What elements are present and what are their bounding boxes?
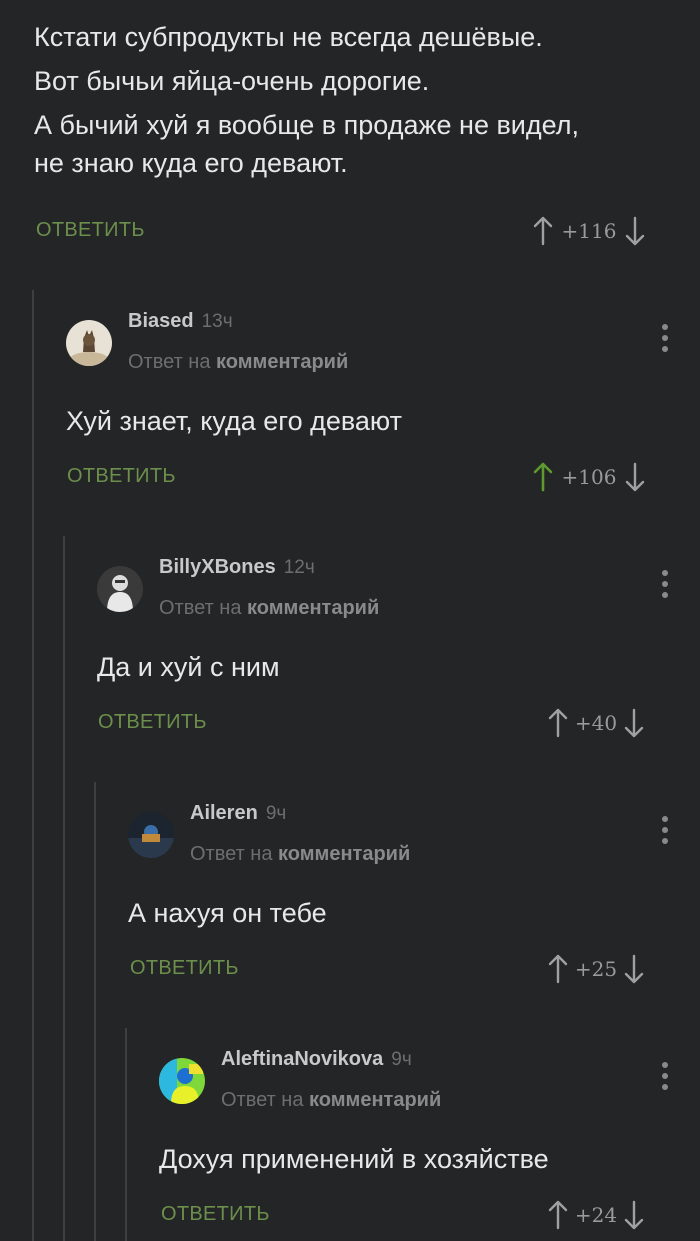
reply-to: Ответ на комментарий bbox=[190, 843, 410, 866]
reply-to-link[interactable]: комментарий bbox=[309, 1089, 441, 1111]
avatar[interactable] bbox=[97, 566, 143, 612]
score: +40 bbox=[574, 711, 618, 735]
reply-to: Ответ на комментарий bbox=[221, 1089, 441, 1112]
root-comment-text: Кстати субпродукты не всегда дешёвые. Во… bbox=[34, 18, 674, 182]
root-comment-line: Кстати субпродукты не всегда дешёвые. bbox=[34, 22, 543, 52]
score: +24 bbox=[574, 1203, 618, 1227]
timestamp: 13ч bbox=[201, 311, 233, 332]
arrow-down-icon[interactable] bbox=[624, 215, 646, 247]
reply-to-prefix: Ответ на bbox=[128, 351, 211, 373]
reply-button[interactable]: ОТВЕТИТЬ bbox=[161, 1203, 270, 1226]
arrow-down-icon[interactable] bbox=[623, 707, 645, 739]
comment-text: Дохуя применений в хозяйстве bbox=[159, 1144, 549, 1174]
vote-controls: +40 bbox=[547, 703, 645, 743]
timestamp: 9ч bbox=[391, 1049, 412, 1070]
score: +25 bbox=[574, 957, 618, 981]
thread-line[interactable] bbox=[32, 290, 34, 1241]
vote-controls: +24 bbox=[547, 1195, 645, 1235]
reply-to-link[interactable]: комментарий bbox=[247, 597, 379, 619]
comment-text: Да и хуй с ним bbox=[97, 652, 280, 682]
reply-to-link[interactable]: комментарий bbox=[216, 351, 348, 373]
score: +106 bbox=[561, 465, 617, 489]
reply-to-prefix: Ответ на bbox=[190, 843, 273, 865]
reply-button[interactable]: ОТВЕТИТЬ bbox=[67, 465, 176, 488]
kebab-menu-icon[interactable] bbox=[660, 324, 670, 358]
timestamp: 12ч bbox=[283, 557, 315, 578]
thread-line[interactable] bbox=[125, 1028, 127, 1241]
arrow-down-icon[interactable] bbox=[623, 953, 645, 985]
reply-to-link[interactable]: комментарий bbox=[278, 843, 410, 865]
kebab-menu-icon[interactable] bbox=[660, 570, 670, 604]
author-name[interactable]: Biased bbox=[128, 310, 194, 332]
comment-text: А нахуя он тебе bbox=[128, 898, 327, 928]
root-comment-line: Вот бычьи яйца-очень дорогие. bbox=[34, 66, 430, 96]
arrow-down-icon[interactable] bbox=[624, 461, 646, 493]
kebab-menu-icon[interactable] bbox=[660, 1062, 670, 1096]
avatar[interactable] bbox=[66, 320, 112, 366]
arrow-up-icon[interactable] bbox=[547, 707, 569, 739]
arrow-up-icon[interactable] bbox=[532, 215, 554, 247]
avatar[interactable] bbox=[128, 812, 174, 858]
author-name[interactable]: BillyXBones bbox=[159, 556, 276, 578]
vote-controls: +116 bbox=[532, 211, 646, 251]
reply-button[interactable]: ОТВЕТИТЬ bbox=[130, 957, 239, 980]
arrow-up-icon[interactable] bbox=[532, 461, 554, 493]
vote-controls: +106 bbox=[532, 457, 646, 497]
author-name[interactable]: Aileren bbox=[190, 802, 258, 824]
arrow-down-icon[interactable] bbox=[623, 1199, 645, 1231]
reply-button[interactable]: ОТВЕТИТЬ bbox=[98, 711, 207, 734]
root-comment-line: не знаю куда его девают. bbox=[34, 148, 348, 178]
thread-line[interactable] bbox=[94, 782, 96, 1241]
reply-to: Ответ на комментарий bbox=[128, 351, 348, 374]
kebab-menu-icon[interactable] bbox=[660, 816, 670, 850]
author-name[interactable]: AleftinaNovikova bbox=[221, 1048, 383, 1070]
comment-text: Хуй знает, куда его девают bbox=[66, 406, 402, 436]
thread-line[interactable] bbox=[63, 536, 65, 1241]
reply-to-prefix: Ответ на bbox=[159, 597, 242, 619]
reply-button[interactable]: ОТВЕТИТЬ bbox=[36, 219, 145, 242]
arrow-up-icon[interactable] bbox=[547, 953, 569, 985]
vote-controls: +25 bbox=[547, 949, 645, 989]
root-comment-line: А бычий хуй я вообще в продаже не видел, bbox=[34, 110, 580, 140]
score: +116 bbox=[561, 219, 617, 243]
avatar[interactable] bbox=[159, 1058, 205, 1104]
reply-to-prefix: Ответ на bbox=[221, 1089, 304, 1111]
arrow-up-icon[interactable] bbox=[547, 1199, 569, 1231]
timestamp: 9ч bbox=[265, 803, 287, 824]
reply-to: Ответ на комментарий bbox=[159, 597, 379, 620]
